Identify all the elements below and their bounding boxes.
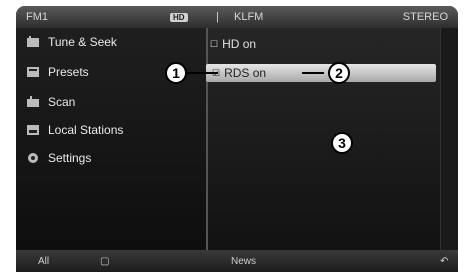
menu-item-local-stations[interactable]: Local Stations [26, 120, 123, 140]
checkbox-icon: ☐ [210, 38, 219, 49]
menu-label: Settings [48, 151, 92, 165]
menu-label: Scan [48, 95, 76, 109]
callout-1: 1 [165, 62, 187, 84]
options-panel [208, 28, 440, 250]
menu-item-scan[interactable]: Scan [26, 92, 75, 112]
info-icon[interactable]: ▢ [100, 256, 109, 267]
callout-2: 2 [328, 62, 350, 84]
callout-2-leader [302, 72, 324, 74]
menu-label: Presets [48, 65, 89, 79]
menu-item-presets[interactable]: Presets [26, 62, 89, 82]
menu-item-tune-seek[interactable]: Tune & Seek [26, 32, 117, 52]
local-stations-icon [27, 125, 39, 135]
menu-label: Local Stations [48, 123, 124, 137]
bottom-bar: All ▢ News ↶ [16, 250, 458, 272]
hd-tag: HD [170, 13, 188, 22]
status-bar: FM1 HD | KLFM STEREO [16, 6, 458, 28]
status-separator: | [216, 11, 219, 23]
gear-icon [28, 153, 38, 163]
menu-label: Tune & Seek [48, 35, 117, 49]
scan-icon [27, 96, 39, 107]
option-hd-on[interactable]: ☐ HD on [210, 35, 256, 53]
option-label: HD on [222, 37, 257, 51]
callout-1-leader [186, 72, 218, 74]
stereo-indicator: STEREO [402, 11, 448, 23]
presets-icon [27, 67, 39, 77]
callout-3: 3 [331, 132, 353, 154]
back-icon[interactable]: ↶ [440, 256, 448, 267]
menu-item-settings[interactable]: Settings [26, 148, 91, 168]
tune-icon [27, 36, 39, 47]
station-name: KLFM [234, 11, 264, 23]
category-label[interactable]: News [231, 256, 256, 267]
option-label: RDS on [224, 66, 267, 80]
band-label: FM1 [26, 11, 48, 23]
scrollbar[interactable] [440, 28, 458, 250]
hd-badge: HD [170, 11, 188, 23]
filter-all-label[interactable]: All [38, 256, 49, 267]
